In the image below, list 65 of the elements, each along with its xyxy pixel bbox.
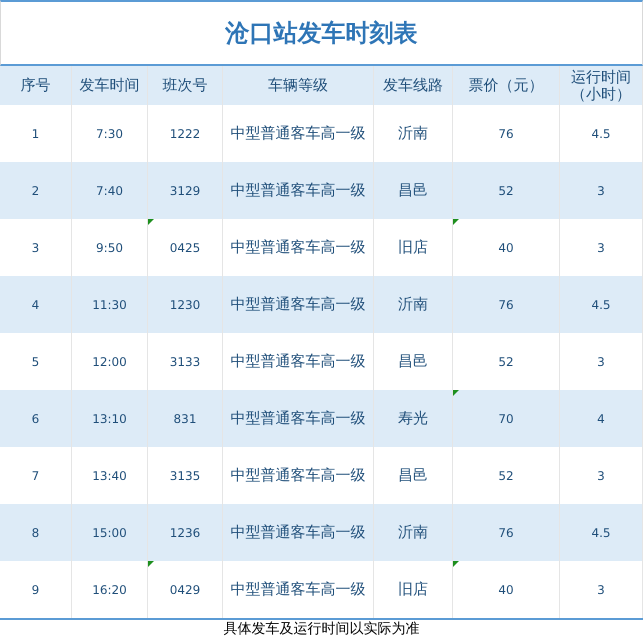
table-cell-text: 中型普通客车高一级 [230,579,366,600]
table-cell-text: 1236 [170,524,200,542]
table-cell-text: 831 [174,410,196,428]
table-cell-text: 3133 [170,354,200,370]
table-cell-text: 中型普通客车高一级 [230,180,366,202]
table-cell-text: 中型普通客车高一级 [230,465,366,486]
table-cell-text: 旧店 [398,579,428,600]
table-cell-text: 0429 [170,582,200,598]
table-cell-text: 3 [597,354,605,370]
table-cell-text: 沂南 [398,294,428,316]
table-cell-text: 76 [498,524,514,542]
table-cell-text: 76 [498,296,514,314]
table-cell-text: 3 [32,240,40,256]
table-cell-text: 52 [498,468,514,484]
table-cell-text: 16:20 [92,582,127,598]
table-cell-text: 11:30 [92,296,127,314]
table-cell-text: 中型普通客车高一级 [230,123,366,144]
table-cell-text: 中型普通客车高一级 [230,294,366,316]
table-cell-text: 3135 [170,468,200,484]
table-cell-text: 4 [597,410,605,428]
table-cell-text: 76 [498,126,514,142]
table-cell-text: 昌邑 [398,465,428,486]
table-cell-text: 0425 [170,240,200,256]
table-cell-text: 15:00 [92,524,127,542]
table-cell-text: 7 [32,468,40,484]
table-cell-text: 52 [498,182,514,200]
table-cell-text: 3 [597,240,605,256]
table-cell-text: 8 [32,524,40,542]
table-cell-text: 1230 [170,296,200,314]
table-cell-text: 3 [597,468,605,484]
table-cell-text: 中型普通客车高一级 [230,408,366,430]
table-cell-text: 4.5 [591,126,611,142]
table-cell-text: 7:40 [96,182,123,200]
table-cell-text: 昌邑 [398,351,428,372]
footer-note: 具体发车及运行时间以实际为准 [224,620,420,636]
table-cell-text: 13:40 [92,468,127,484]
table-cell-text: 12:00 [92,354,127,370]
table-cell-text: 9:50 [96,240,123,256]
table-cell-text: 旧店 [398,237,428,258]
table-cell-text: 4.5 [591,296,611,314]
table-cell-text: 70 [498,410,514,428]
table-cell-text: 9 [32,582,40,598]
table-cell-text: 5 [32,354,40,370]
table-cell-text: 13:10 [92,410,127,428]
table-cell-text: 4 [32,296,40,314]
table-cell-text: 昌邑 [398,180,428,202]
table-cell-text: 中型普通客车高一级 [230,351,366,372]
table-cell-text: 40 [498,582,514,598]
table-cell-text: 3 [597,582,605,598]
table-cell-text: 3 [597,182,605,200]
table-cell-text: 1 [32,126,40,142]
table-cell-text: 中型普通客车高一级 [230,237,366,258]
table-title: 沧口站发车时刻表 [226,18,418,49]
table-cell-text: 沂南 [398,522,428,544]
table-cell-text: 6 [32,410,40,428]
table-cell-text: 寿光 [398,408,428,430]
table-cell-text: 中型普通客车高一级 [230,522,366,544]
table-cell-text: 沂南 [398,123,428,144]
table-cell-text: 1222 [170,126,200,142]
table-cell-text: 4.5 [591,524,611,542]
table-cell-text: 52 [498,354,514,370]
table-cell-text: 40 [498,240,514,256]
table-cell-text: 2 [32,182,40,200]
table-cell-text: 7:30 [96,126,123,142]
table-cell-text: 3129 [170,182,200,200]
